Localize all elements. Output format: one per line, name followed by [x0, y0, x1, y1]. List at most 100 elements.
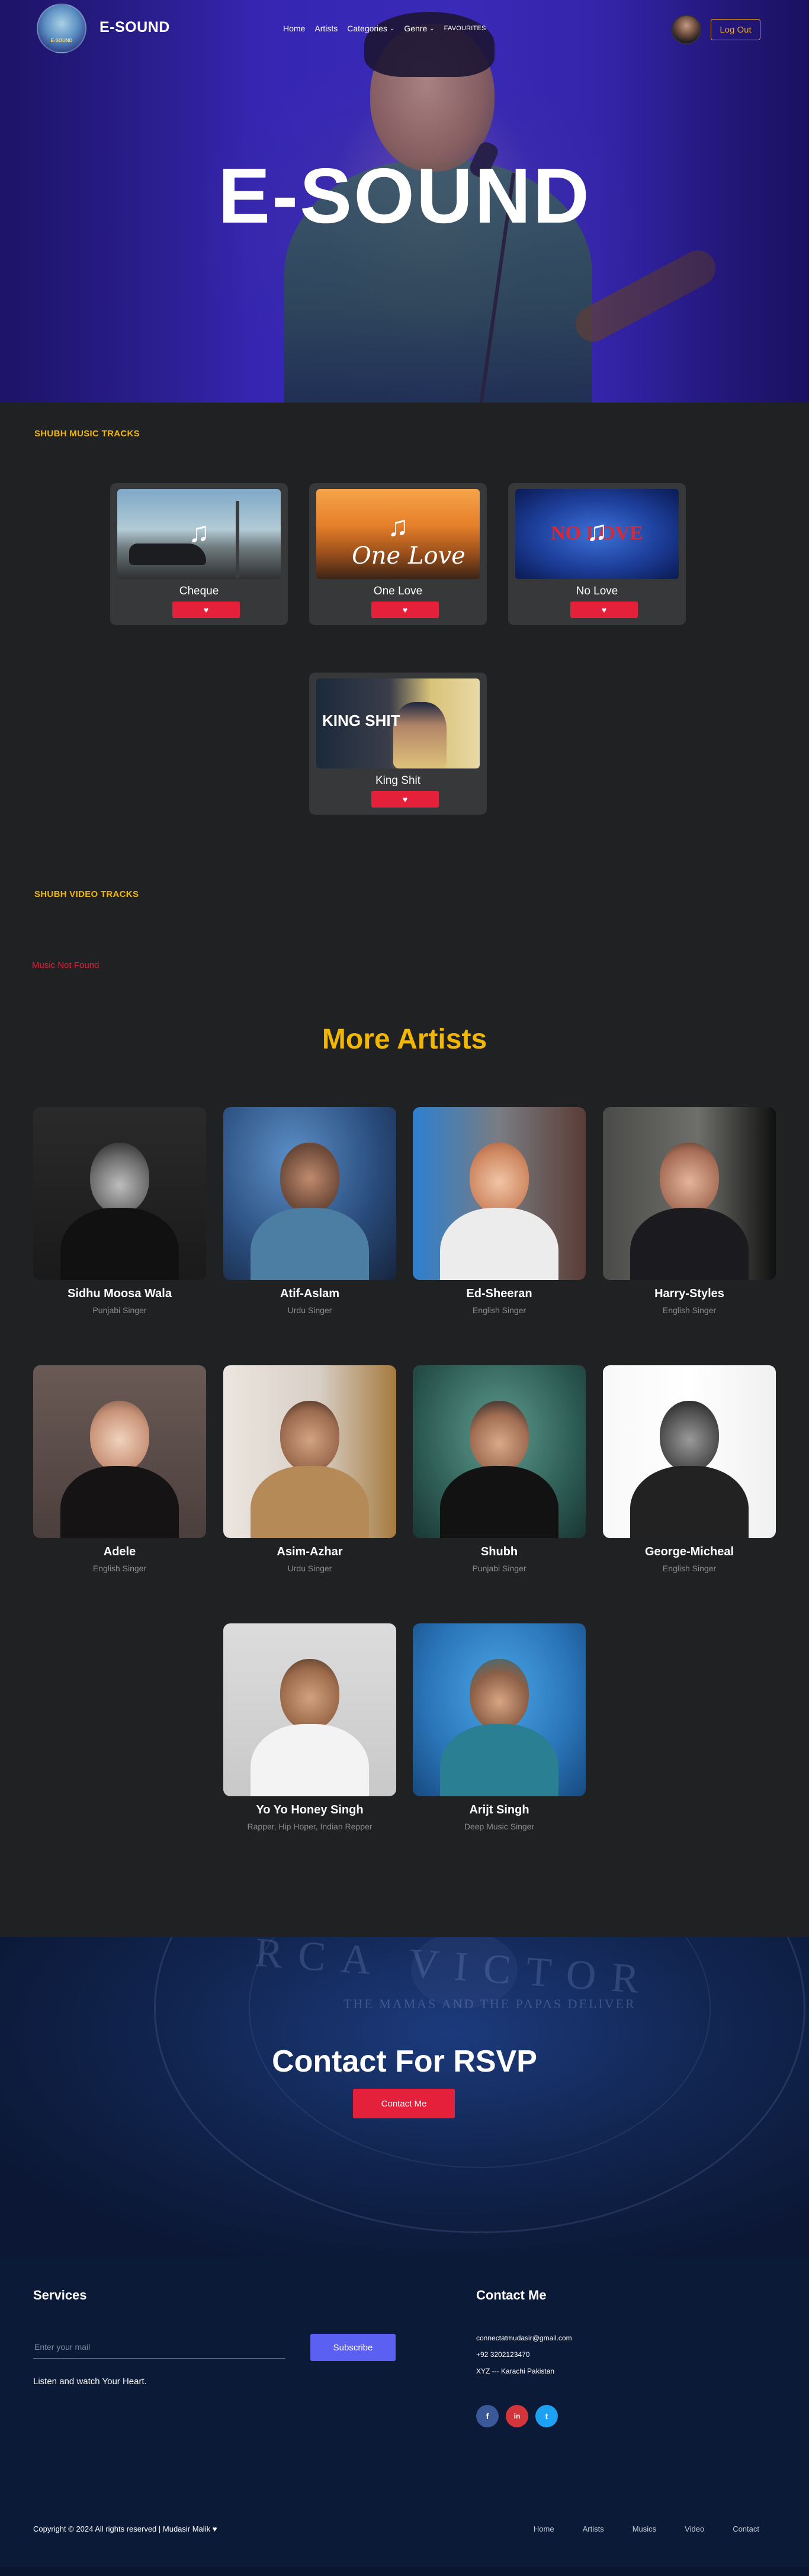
artist-photo[interactable]: [413, 1365, 586, 1538]
heart-icon: ♥: [601, 605, 607, 615]
heart-icon: ♥: [402, 795, 408, 804]
artist-name: Shubh: [480, 1545, 518, 1558]
artist-photo[interactable]: [223, 1107, 396, 1280]
footer-link-contact[interactable]: Contact: [733, 2524, 759, 2533]
thumbnail-overlay-text: KING SHIT: [322, 712, 400, 729]
nav-favourites[interactable]: FAVOURITES: [444, 25, 486, 32]
linkedin-icon[interactable]: in: [506, 2405, 528, 2427]
artist-photo[interactable]: [413, 1623, 586, 1796]
artist-photo[interactable]: [33, 1365, 206, 1538]
contact-section: RCA VICTOR THE MAMAS AND THE PAPAS DELIV…: [0, 1937, 809, 2257]
artist-photo[interactable]: [413, 1107, 586, 1280]
footer-link-home[interactable]: Home: [534, 2524, 554, 2533]
footer-nav: Home Artists Musics Video Contact: [505, 2524, 759, 2533]
nav-genre[interactable]: Genre ⌄: [404, 24, 434, 33]
artist-name: Atif-Aslam: [280, 1287, 339, 1300]
artist-card[interactable]: George-Micheal English Singer: [603, 1365, 776, 1573]
record-subtext: THE MAMAS AND THE PAPAS DELIVER: [343, 1996, 636, 2011]
artist-role: Urdu Singer: [287, 1564, 332, 1573]
artist-card[interactable]: Adele English Singer: [33, 1365, 206, 1573]
footer-tagline: Listen and watch Your Heart.: [33, 2376, 147, 2387]
more-artists-title: More Artists: [322, 1024, 487, 1055]
music-tracks-label: SHUBH MUSIC TRACKS: [34, 429, 140, 439]
artist-role: Deep Music Singer: [464, 1822, 535, 1831]
logo-text: E-SOUND: [50, 38, 73, 43]
track-card[interactable]: ♫ One Love One Love ♥: [309, 483, 487, 625]
artist-name: Asim-Azhar: [277, 1545, 343, 1558]
main-menu: Home Artists Categories ⌄ Genre ⌄ FAVOURIT…: [283, 24, 496, 33]
thumbnail-overlay-text: One Love: [352, 542, 466, 570]
chevron-down-icon: ⌄: [429, 25, 435, 32]
footer-link-artists[interactable]: Artists: [583, 2524, 604, 2533]
chevron-down-icon: ⌄: [389, 25, 395, 32]
newsletter-email-input[interactable]: [33, 2335, 285, 2359]
hero-section: E-SOUND E-SOUND Home Artists Categories ⌄…: [0, 0, 809, 403]
artist-name: Ed-Sheeran: [466, 1287, 532, 1300]
music-note-icon: ♫: [586, 516, 608, 547]
artist-name: Arijt Singh: [469, 1803, 529, 1816]
artist-role: English Singer: [472, 1305, 527, 1315]
artist-card[interactable]: Ed-Sheeran English Singer: [413, 1107, 586, 1315]
contact-phone: +92 3202123470: [476, 2350, 530, 2359]
artist-card[interactable]: Arijt Singh Deep Music Singer: [413, 1623, 586, 1831]
artist-photo[interactable]: [223, 1623, 396, 1796]
twitter-icon[interactable]: t: [535, 2405, 558, 2427]
track-thumbnail[interactable]: ♫ One Love: [316, 489, 480, 579]
track-card[interactable]: KING SHIT King Shit ♥: [309, 673, 487, 815]
track-thumbnail[interactable]: KING SHIT: [316, 678, 480, 768]
artist-role: Rapper, Hip Hoper, Indian Repper: [247, 1822, 373, 1831]
music-note-icon: ♫: [188, 517, 210, 548]
artist-photo[interactable]: [603, 1365, 776, 1538]
contact-address: XYZ --- Karachi Pakistan: [476, 2367, 555, 2375]
video-tracks-label: SHUBH VIDEO TRACKS: [34, 889, 139, 899]
contact-me-button[interactable]: Contact Me: [353, 2089, 455, 2118]
brand-name[interactable]: E-SOUND: [99, 19, 170, 36]
artist-name: George-Micheal: [644, 1545, 734, 1558]
subscribe-button[interactable]: Subscribe: [310, 2334, 396, 2361]
contact-email[interactable]: connectatmudasir@gmail.com: [476, 2334, 572, 2342]
music-note-icon: ♫: [387, 511, 409, 542]
artist-photo[interactable]: [33, 1107, 206, 1280]
artist-figure: [393, 702, 447, 768]
footer-link-video[interactable]: Video: [685, 2524, 704, 2533]
footer: Services Subscribe Listen and watch Your…: [0, 2257, 809, 2576]
track-card[interactable]: NO LOVE ♫ No Love ♥: [508, 483, 686, 625]
artist-name: Yo Yo Honey Singh: [256, 1803, 364, 1816]
nav-categories[interactable]: Categories ⌄: [347, 24, 394, 33]
user-avatar[interactable]: [672, 15, 701, 44]
track-title: Cheque: [179, 585, 219, 597]
artist-name: Sidhu Moosa Wala: [68, 1287, 172, 1300]
artist-photo[interactable]: [603, 1107, 776, 1280]
nav-artists[interactable]: Artists: [314, 24, 338, 33]
artist-name: Harry-Styles: [654, 1287, 724, 1300]
like-button[interactable]: ♥: [371, 791, 439, 808]
track-thumbnail[interactable]: NO LOVE ♫: [515, 489, 679, 579]
site-logo[interactable]: E-SOUND: [37, 4, 86, 53]
facebook-icon[interactable]: f: [476, 2405, 499, 2427]
artist-photo[interactable]: [223, 1365, 396, 1538]
like-button[interactable]: ♥: [371, 602, 439, 618]
artist-role: Punjabi Singer: [472, 1564, 527, 1573]
heart-icon: ♥: [212, 2524, 217, 2533]
navbar: E-SOUND E-SOUND Home Artists Categories ⌄…: [0, 0, 809, 59]
artist-role: English Singer: [662, 1305, 717, 1315]
artist-card[interactable]: Shubh Punjabi Singer: [413, 1365, 586, 1573]
page: E-SOUND E-SOUND Home Artists Categories ⌄…: [0, 0, 809, 2576]
artist-card[interactable]: Yo Yo Honey Singh Rapper, Hip Hoper, Ind…: [223, 1623, 396, 1831]
artist-card[interactable]: Sidhu Moosa Wala Punjabi Singer: [33, 1107, 206, 1315]
logout-button[interactable]: Log Out: [711, 19, 760, 40]
artist-role: English Singer: [662, 1564, 717, 1573]
track-thumbnail[interactable]: ♫: [117, 489, 281, 579]
contact-title: Contact For RSVP: [272, 2044, 537, 2079]
not-found-message: Music Not Found: [32, 960, 99, 970]
footer-link-musics[interactable]: Musics: [633, 2524, 656, 2533]
like-button[interactable]: ♥: [570, 602, 638, 618]
nav-home[interactable]: Home: [283, 24, 305, 33]
artist-card[interactable]: Asim-Azhar Urdu Singer: [223, 1365, 396, 1573]
services-heading: Services: [33, 2288, 87, 2302]
artist-card[interactable]: Atif-Aslam Urdu Singer: [223, 1107, 396, 1315]
artist-name: Adele: [103, 1545, 136, 1558]
like-button[interactable]: ♥: [172, 602, 240, 618]
artist-card[interactable]: Harry-Styles English Singer: [603, 1107, 776, 1315]
track-card[interactable]: ♫ Cheque ♥: [110, 483, 288, 625]
